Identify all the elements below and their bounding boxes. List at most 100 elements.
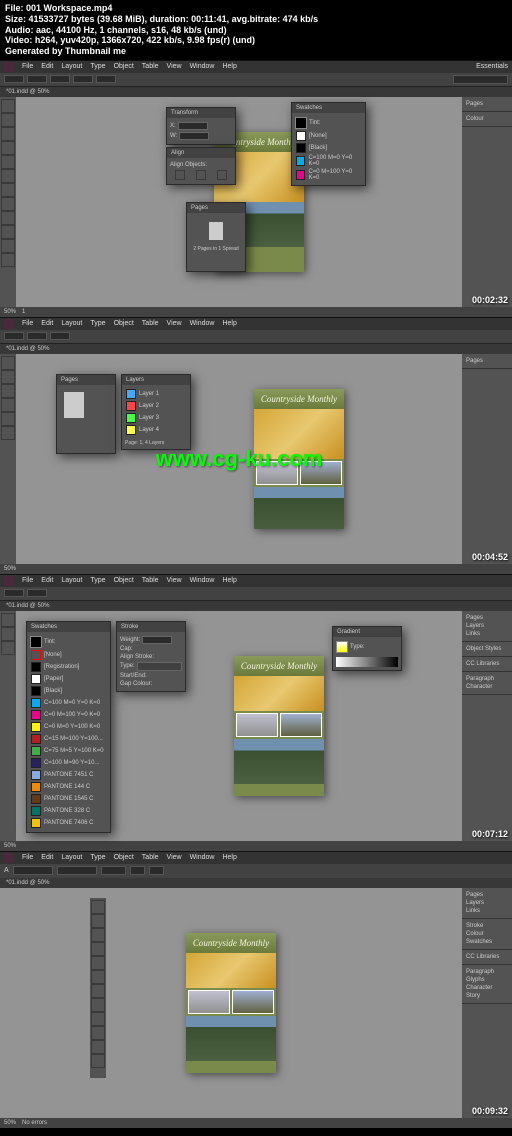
menu-layout[interactable]: Layout: [61, 577, 82, 584]
direct-select-tool[interactable]: [1, 113, 15, 127]
swatch-item[interactable]: [31, 686, 41, 696]
panel-tab[interactable]: Object Styles: [466, 645, 508, 653]
zoom-level[interactable]: 50%: [4, 566, 16, 572]
zoom-level[interactable]: 50%: [4, 309, 16, 315]
swatch-item[interactable]: [296, 131, 306, 141]
transform-tool[interactable]: [91, 1026, 105, 1040]
page-number[interactable]: 1: [22, 309, 25, 315]
align-left-icon[interactable]: [175, 170, 185, 180]
rectangle-tool[interactable]: [1, 211, 15, 225]
menu-file[interactable]: File: [22, 854, 33, 861]
menu-table[interactable]: Table: [142, 63, 159, 70]
menu-help[interactable]: Help: [222, 577, 236, 584]
menu-file[interactable]: File: [22, 63, 33, 70]
menu-window[interactable]: Window: [190, 63, 215, 70]
menu-file[interactable]: File: [22, 320, 33, 327]
panel-tab[interactable]: Pages: [466, 614, 508, 622]
swatch-item[interactable]: [31, 770, 41, 780]
panel-tab[interactable]: Stroke: [466, 922, 508, 930]
menu-layout[interactable]: Layout: [61, 63, 82, 70]
align-center-icon[interactable]: [196, 170, 206, 180]
swatch-item[interactable]: [31, 734, 41, 744]
toolbar-item[interactable]: [27, 589, 47, 597]
pen-tool[interactable]: [1, 641, 15, 655]
direct-select-tool[interactable]: [91, 914, 105, 928]
menu-edit[interactable]: Edit: [41, 320, 53, 327]
font-size-input[interactable]: [101, 866, 126, 875]
pencil-tool[interactable]: [91, 998, 105, 1012]
toolbar-item[interactable]: [50, 332, 70, 340]
fill-swatch[interactable]: [295, 117, 307, 129]
toolbar-item[interactable]: [27, 332, 47, 340]
stroke-panel[interactable]: Stroke Weight: Cap: Align Stroke: Type: …: [116, 621, 186, 692]
char-option[interactable]: [149, 866, 164, 875]
canvas[interactable]: Countryside Monthly: [0, 888, 462, 1118]
swatch-item[interactable]: [31, 758, 41, 768]
selection-tool[interactable]: [1, 99, 15, 113]
rectangle-tool[interactable]: [1, 426, 15, 440]
menu-edit[interactable]: Edit: [41, 63, 53, 70]
transform-tool[interactable]: [1, 239, 15, 253]
panel-tab[interactable]: Character: [466, 683, 508, 691]
toolbar-item[interactable]: [4, 332, 24, 340]
layer-name[interactable]: Layer 2: [139, 403, 159, 409]
layer-name[interactable]: Layer 1: [139, 391, 159, 397]
menu-object[interactable]: Object: [114, 577, 134, 584]
type-tool[interactable]: [1, 155, 15, 169]
swatch-item[interactable]: [31, 674, 41, 684]
menu-view[interactable]: View: [167, 63, 182, 70]
type-dropdown[interactable]: [137, 662, 182, 671]
swatches-panel[interactable]: Swatches Tint: [None] [Black] C=100 M=0 …: [291, 102, 366, 186]
swatch-item[interactable]: [31, 710, 41, 720]
pages-panel[interactable]: Pages 2 Pages in 1 Spread: [186, 202, 246, 272]
pencil-tool[interactable]: [1, 197, 15, 211]
menu-object[interactable]: Object: [114, 63, 134, 70]
menu-edit[interactable]: Edit: [41, 854, 53, 861]
menu-layout[interactable]: Layout: [61, 854, 82, 861]
menu-type[interactable]: Type: [90, 577, 105, 584]
page-tool[interactable]: [91, 928, 105, 942]
direct-select-tool[interactable]: [1, 370, 15, 384]
swatch-item[interactable]: [31, 722, 41, 732]
menu-help[interactable]: Help: [222, 320, 236, 327]
panel-tab[interactable]: Pages: [466, 891, 508, 899]
panel-tab[interactable]: Story: [466, 992, 508, 1000]
canvas[interactable]: Swatches Tint: [None] [Registration] [Pa…: [16, 611, 462, 841]
panel-tab[interactable]: Layers: [466, 622, 508, 630]
pen-tool[interactable]: [1, 183, 15, 197]
menu-window[interactable]: Window: [190, 854, 215, 861]
menu-window[interactable]: Window: [190, 577, 215, 584]
gap-tool[interactable]: [1, 141, 15, 155]
toolbar-item[interactable]: [73, 75, 93, 83]
align-panel[interactable]: Align Align Objects:: [166, 147, 236, 185]
toolbar-item[interactable]: [4, 589, 24, 597]
menu-view[interactable]: View: [167, 577, 182, 584]
menu-table[interactable]: Table: [142, 854, 159, 861]
menu-type[interactable]: Type: [90, 320, 105, 327]
menu-type[interactable]: Type: [90, 854, 105, 861]
menu-table[interactable]: Table: [142, 577, 159, 584]
document-page[interactable]: Countryside Monthly: [186, 933, 276, 1073]
swatch-item[interactable]: [31, 662, 41, 672]
page-thumbnail[interactable]: [209, 222, 223, 240]
swatch-item[interactable]: [31, 794, 41, 804]
page-tool[interactable]: [1, 127, 15, 141]
panel-tab[interactable]: Pages: [466, 357, 508, 365]
gradient-preview[interactable]: [336, 641, 348, 653]
toolbar-item[interactable]: [4, 75, 24, 83]
gap-tool[interactable]: [91, 942, 105, 956]
app-icon[interactable]: [4, 853, 14, 863]
panel-tab[interactable]: CC Libraries: [466, 953, 508, 961]
scissors-tool[interactable]: [1, 225, 15, 239]
layers-panel[interactable]: Layers Layer 1 Layer 2 Layer 3 Layer 4 P…: [121, 374, 191, 450]
document-page[interactable]: Countryside Monthly: [254, 389, 344, 529]
pen-tool[interactable]: [91, 984, 105, 998]
document-tab[interactable]: *01.indd @ 50%: [0, 601, 512, 611]
document-tab[interactable]: *01.indd @ 50%: [0, 878, 512, 888]
gradient-tool[interactable]: [1, 253, 15, 267]
app-icon[interactable]: [4, 576, 14, 586]
zoom-level[interactable]: 50%: [4, 843, 16, 849]
app-icon[interactable]: [4, 319, 14, 329]
menu-edit[interactable]: Edit: [41, 577, 53, 584]
document-page[interactable]: Countryside Monthly: [234, 656, 324, 796]
